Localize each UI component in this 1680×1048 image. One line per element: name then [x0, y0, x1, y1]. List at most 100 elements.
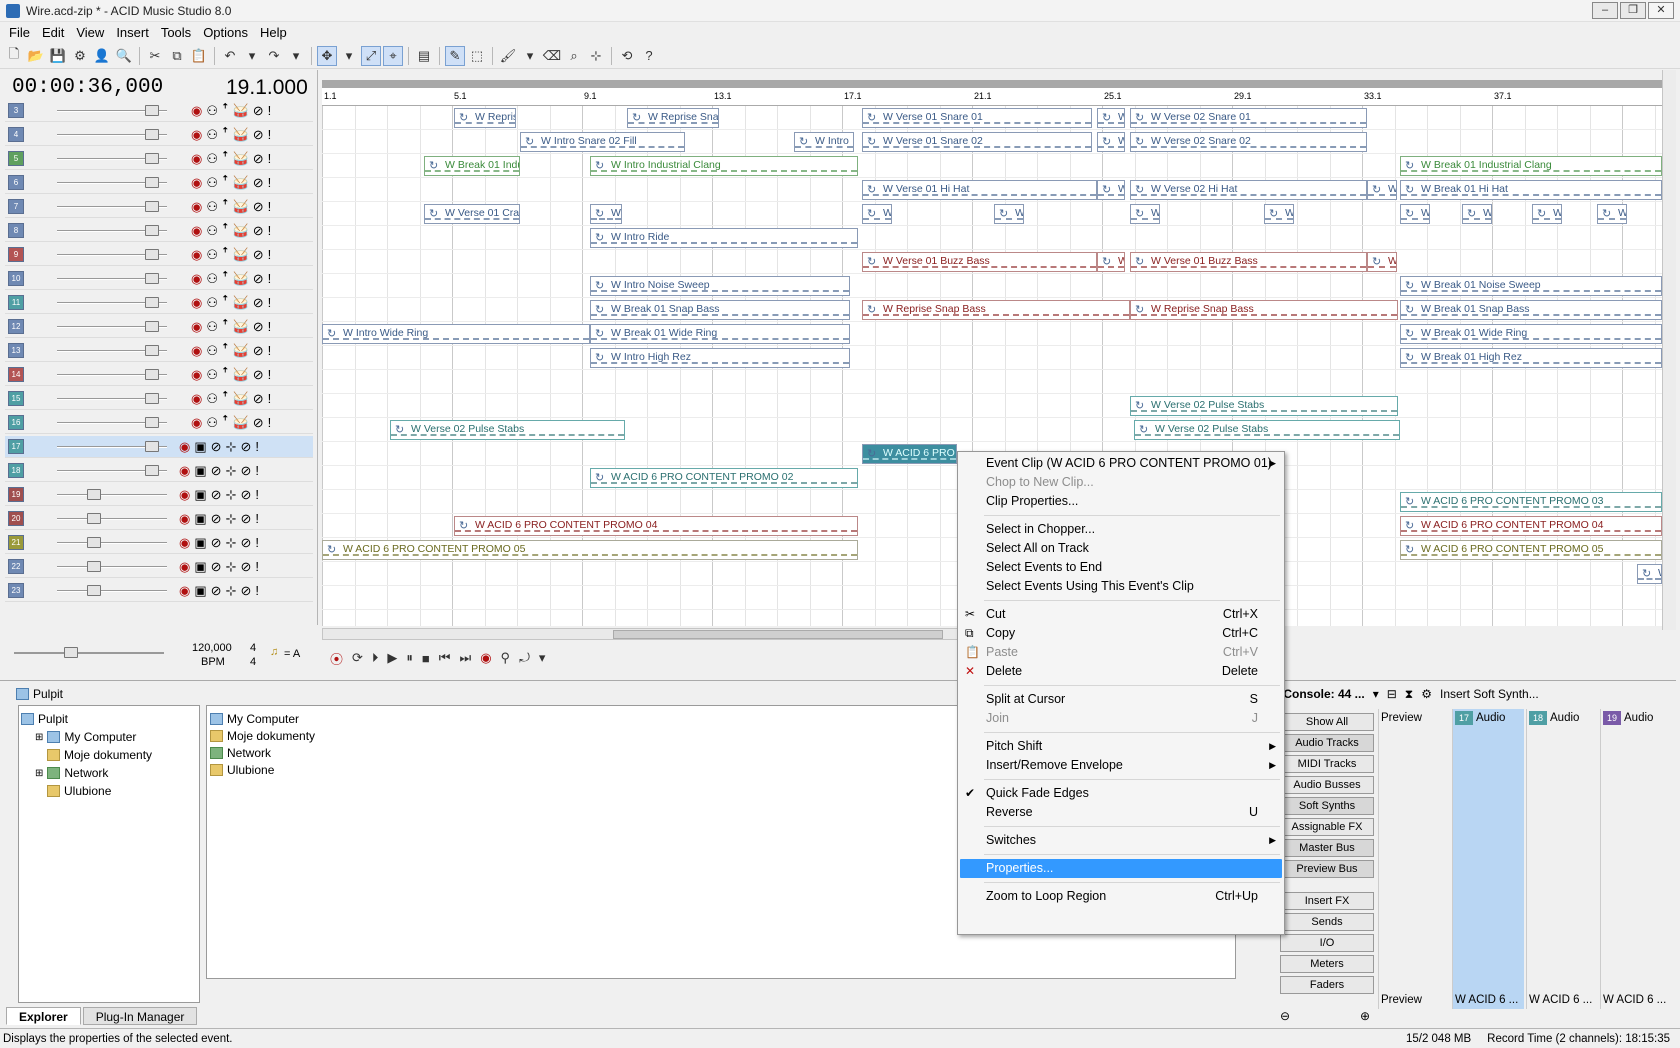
track-number[interactable]: 23 — [8, 583, 24, 598]
record-arm-icon[interactable]: ◉ — [191, 150, 202, 168]
event-clip[interactable]: W Reprise Snap Bass — [862, 300, 1130, 320]
track-header[interactable]: 20 ◉ ▣ ⊘ ⊹ ⊘! — [5, 508, 313, 530]
event-clip[interactable]: W Break 01 Wide Ring — [1400, 324, 1662, 344]
track-volume-knob[interactable] — [145, 249, 159, 260]
mute-icon[interactable]: ⊘ — [240, 582, 251, 600]
tab-plugin-manager[interactable]: Plug-In Manager — [82, 1007, 198, 1025]
chain-icon[interactable]: ⚇ — [206, 246, 218, 264]
phase-icon[interactable]: ⊘ — [211, 534, 222, 552]
menu-insert[interactable]: Insert — [110, 25, 155, 40]
pause-icon[interactable]: ⏸ — [406, 650, 413, 666]
solo-icon[interactable]: ! — [255, 534, 259, 552]
track-volume-knob[interactable] — [145, 201, 159, 212]
record-arm-icon[interactable]: ◉ — [179, 510, 190, 528]
record-arm-icon[interactable]: ◉ — [191, 102, 202, 120]
chain-icon[interactable]: ⚇ — [206, 126, 218, 144]
record-arm-icon[interactable]: ◉ — [179, 582, 190, 600]
event-clip[interactable]: W Verse 02 Hi Hat — [1130, 180, 1367, 200]
snap-icon[interactable]: ⊹ — [586, 46, 606, 66]
track-volume-knob[interactable] — [145, 441, 159, 452]
record-arm-icon[interactable]: ◉ — [191, 366, 202, 384]
time-signature-top[interactable]: 4 — [250, 642, 256, 654]
track-number[interactable]: 20 — [8, 511, 24, 526]
phase-icon[interactable]: ⊘ — [211, 510, 222, 528]
pitch-icon[interactable]: ꜛ — [222, 342, 229, 360]
play-from-start-icon[interactable]: ⏵ — [372, 650, 379, 666]
event-clip[interactable]: W — [1367, 180, 1397, 200]
master-bus-button[interactable]: Master Bus — [1280, 839, 1374, 857]
track-header[interactable]: 10 ◉ ⚇ ꜛ 🥁 ⊘! — [5, 268, 313, 290]
event-clip[interactable]: W ACID 6 PRO CONTENT PROMO 04 — [454, 516, 858, 536]
track-volume-slider[interactable] — [57, 417, 167, 428]
zoom-out-icon[interactable]: ⊖ — [1280, 1009, 1290, 1023]
pitch-icon[interactable]: ꜛ — [222, 294, 229, 312]
event-clip[interactable]: W Verse 02 Snare 02 — [1130, 132, 1367, 152]
console-menu-icon[interactable]: ▾ — [1373, 687, 1379, 701]
event-clip[interactable]: W Intro Snare 02 Fill — [520, 132, 685, 152]
tool-dropdown-icon[interactable]: ▾ — [339, 46, 359, 66]
menu-item-properties[interactable]: Properties... — [960, 859, 1282, 878]
midi-tracks-button[interactable]: MIDI Tracks — [1280, 755, 1374, 773]
event-clip[interactable]: W ACID 6 PRO — [862, 444, 957, 464]
track-volume-knob[interactable] — [145, 393, 159, 404]
track-volume-slider[interactable] — [57, 129, 167, 140]
chain-icon[interactable]: ⚇ — [206, 342, 218, 360]
track-volume-knob[interactable] — [87, 537, 101, 548]
solo-icon[interactable]: ! — [268, 246, 272, 264]
track-volume-slider[interactable] — [57, 465, 167, 476]
event-clip[interactable]: W — [1597, 204, 1627, 224]
mute-icon[interactable]: ⊘ — [253, 246, 264, 264]
channel-17[interactable]: 17 Audio W ACID 6 ... — [1452, 709, 1524, 1009]
record-arm-icon[interactable]: ◉ — [179, 534, 190, 552]
solo-icon[interactable]: ! — [255, 510, 259, 528]
track-number[interactable]: 12 — [8, 319, 24, 334]
timeline-ruler[interactable]: 1.1 5.1 9.1 13.1 17.1 21.1 25.1 29.1 33.1 37.1 — [322, 80, 1662, 106]
show-all-button[interactable]: Show All — [1280, 713, 1374, 731]
event-clip[interactable]: W Verse 01 Buzz Bass — [862, 252, 1097, 272]
soft-synths-button[interactable]: Soft Synths — [1280, 797, 1374, 815]
erase-tool-icon[interactable]: ⌫ — [542, 46, 562, 66]
track-header[interactable]: 4 ◉ ⚇ ꜛ 🥁 ⊘! — [5, 124, 313, 146]
tree-item-favorites[interactable]: Ulubione — [21, 782, 197, 800]
assignable-fx-button[interactable]: Assignable FX — [1280, 818, 1374, 836]
maximize-button[interactable]: ❐ — [1620, 2, 1646, 19]
tree-item-my-computer[interactable]: ⊞ My Computer — [21, 728, 197, 746]
record-arm-icon[interactable]: ◉ — [179, 462, 190, 480]
menu-item-quick-fade-edges[interactable]: ✔ Quick Fade Edges — [960, 784, 1282, 803]
event-clip[interactable]: W Intro Ride — [590, 228, 858, 248]
insert-bus-icon[interactable]: ⊟ — [1387, 687, 1397, 701]
solo-icon[interactable]: ! — [268, 102, 272, 120]
menu-options[interactable]: Options — [197, 25, 254, 40]
loop-type-icon[interactable]: 🥁 — [233, 390, 249, 408]
pitch-icon[interactable]: ꜛ — [222, 270, 229, 288]
phase-icon[interactable]: ⊘ — [211, 486, 222, 504]
chain-icon[interactable]: ⚇ — [206, 270, 218, 288]
track-header[interactable]: 6 ◉ ⚇ ꜛ 🥁 ⊘! — [5, 172, 313, 194]
track-volume-slider[interactable] — [57, 561, 167, 572]
event-clip[interactable]: W Break 01 Snap Bass — [590, 300, 850, 320]
solo-icon[interactable]: ! — [255, 462, 259, 480]
track-volume-slider[interactable] — [57, 393, 167, 404]
folder-tree[interactable]: Pulpit ⊞ My Computer Moje dokumenty ⊞ Netw… — [18, 705, 200, 1003]
record-arm-icon[interactable]: ◉ — [179, 486, 190, 504]
chain-icon[interactable]: ⚇ — [206, 318, 218, 336]
event-clip[interactable]: W Break 01 Snap Bass — [1400, 300, 1662, 320]
event-clip[interactable]: W — [862, 204, 892, 224]
solo-icon[interactable]: ! — [268, 198, 272, 216]
record-arm-icon[interactable]: ◉ — [191, 342, 202, 360]
track-header[interactable]: 5 ◉ ⚇ ꜛ 🥁 ⊘! — [5, 148, 313, 170]
track-number[interactable]: 5 — [8, 151, 24, 166]
insert-soft-synth-label[interactable]: Insert Soft Synth... — [1440, 687, 1539, 701]
preview-bus-button[interactable]: Preview Bus — [1280, 860, 1374, 878]
track-volume-slider[interactable] — [57, 153, 167, 164]
mute-icon[interactable]: ⊘ — [253, 150, 264, 168]
event-clip[interactable]: W Verse 02 Pulse Stabs — [1134, 420, 1400, 440]
track-volume-knob[interactable] — [145, 105, 159, 116]
channel-preview[interactable]: Preview Preview — [1378, 709, 1450, 1009]
pan-icon[interactable]: ⊹ — [226, 486, 237, 504]
solo-icon[interactable]: ! — [268, 318, 272, 336]
mute-icon[interactable]: ⊘ — [253, 390, 264, 408]
undo-dropdown-icon[interactable]: ▾ — [242, 46, 262, 66]
track-volume-knob[interactable] — [87, 489, 101, 500]
mute-icon[interactable]: ⊘ — [240, 534, 251, 552]
